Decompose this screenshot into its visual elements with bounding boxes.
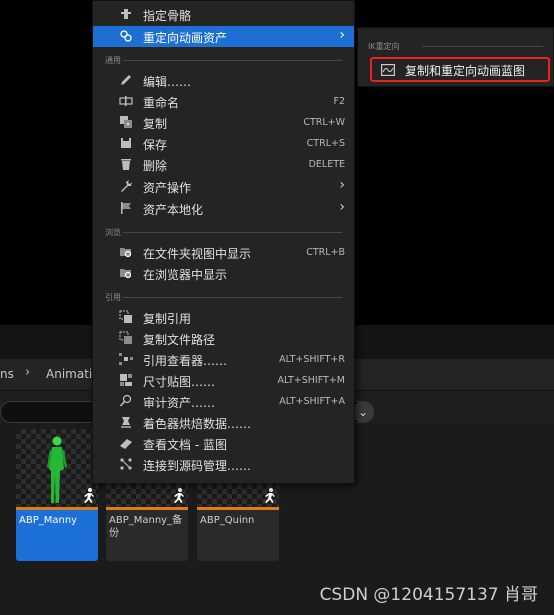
shortcut-label: DELETE xyxy=(308,159,345,170)
context-menu: 指定骨骼 重定向动画资产 › 通用 编辑…… 重命名 F2 复制 CTRL+W … xyxy=(92,0,355,484)
wrench-icon xyxy=(121,180,132,192)
shortcut-label: ALT+SHIFT+A xyxy=(279,396,345,407)
audit-icon xyxy=(119,394,132,407)
menu-item-shader-cook[interactable]: 着色器烘焙数据…… xyxy=(93,412,354,433)
asset-type-bar xyxy=(197,507,279,510)
menu-item-show-in-folder[interactable]: 在文件夹视图中显示 CTRL+B xyxy=(93,242,354,263)
chevron-right-icon: › xyxy=(339,27,345,43)
save-icon xyxy=(121,138,131,148)
asset-thumbnail xyxy=(16,429,98,507)
menu-item-rename[interactable]: 重命名 F2 xyxy=(93,91,354,112)
menu-item-asset-localization[interactable]: 资产本地化 › xyxy=(93,198,354,219)
section-header-ik-retarget: IK重定向 xyxy=(368,42,400,51)
menu-item-copy-reference[interactable]: 复制引用 xyxy=(93,307,354,328)
pencil-icon xyxy=(121,75,131,85)
source-control-icon xyxy=(120,458,132,470)
asset-type-bar xyxy=(16,507,98,510)
section-header-browse: 浏览 xyxy=(105,228,121,237)
shortcut-label: CTRL+S xyxy=(306,138,345,149)
asset-name: ABP_Manny_备份 xyxy=(109,515,183,539)
menu-item-show-in-browser[interactable]: 在浏览器中显示 xyxy=(93,263,354,284)
menu-item-audit-assets[interactable]: 审计资产…… ALT+SHIFT+A xyxy=(93,391,354,412)
asset-name: ABP_Quinn xyxy=(200,515,255,526)
menu-item-reference-viewer[interactable]: 引用查看器…… ALT+SHIFT+R xyxy=(93,349,354,370)
menu-item-asset-actions[interactable]: 资产操作 › xyxy=(93,176,354,197)
running-man-icon xyxy=(84,488,94,503)
book-icon xyxy=(120,439,132,449)
anim-blueprint-icon xyxy=(381,64,395,76)
skeleton-icon xyxy=(121,9,131,19)
running-man-icon xyxy=(265,488,275,503)
browser-search-icon xyxy=(120,269,132,279)
shortcut-label: CTRL+W xyxy=(303,117,345,128)
breadcrumb-item[interactable]: ns xyxy=(0,367,14,381)
watermark: CSDN @1204157137 肖哥 xyxy=(319,585,538,605)
menu-item-copy-file-path[interactable]: 复制文件路径 xyxy=(93,328,354,349)
menu-item-size-map[interactable]: 尺寸贴图…… ALT+SHIFT+M xyxy=(93,370,354,391)
menu-item-source-control[interactable]: 连接到源码管理…… xyxy=(93,454,354,475)
shortcut-label: F2 xyxy=(333,96,345,107)
duplicate-icon xyxy=(120,116,132,128)
asset-type-bar xyxy=(106,507,188,510)
folder-search-icon xyxy=(120,248,132,258)
asset-name: ABP_Manny xyxy=(19,515,78,526)
chevron-right-icon: › xyxy=(339,199,345,215)
copy-reference-icon xyxy=(119,310,132,323)
menu-item-retarget-animation[interactable]: 重定向动画资产 › xyxy=(93,26,354,47)
menu-item-save[interactable]: 保存 CTRL+S xyxy=(93,133,354,154)
section-header-references: 引用 xyxy=(105,293,121,302)
section-header-general: 通用 xyxy=(105,56,121,65)
running-man-icon xyxy=(174,488,184,503)
menu-item-view-docs[interactable]: 查看文档 - 蓝图 xyxy=(93,433,354,454)
shortcut-label: CTRL+B xyxy=(306,247,345,258)
menu-item-delete[interactable]: 删除 DELETE xyxy=(93,154,354,175)
copy-path-icon xyxy=(119,331,132,344)
shader-icon xyxy=(121,417,131,428)
chevron-down-icon[interactable]: ⌄ xyxy=(352,401,374,423)
reference-graph-icon xyxy=(119,353,133,365)
chevron-right-icon: › xyxy=(25,365,31,380)
menu-item-assign-skeleton[interactable]: 指定骨骼 xyxy=(93,4,354,25)
menu-item-duplicate[interactable]: 复制 CTRL+W xyxy=(93,112,354,133)
menu-item-edit[interactable]: 编辑…… xyxy=(93,70,354,91)
retarget-icon xyxy=(120,30,132,42)
divider xyxy=(422,46,543,47)
chevron-right-icon: › xyxy=(339,177,345,193)
retarget-submenu: IK重定向 复制和重定向动画蓝图 xyxy=(357,27,554,87)
trash-icon xyxy=(121,159,131,170)
asset-tile[interactable]: ABP_Manny xyxy=(16,429,98,561)
divider xyxy=(123,60,342,61)
flag-icon xyxy=(121,202,131,214)
menu-item-duplicate-and-retarget[interactable]: 复制和重定向动画蓝图 xyxy=(370,57,550,82)
shortcut-label: ALT+SHIFT+R xyxy=(279,354,345,365)
shortcut-label: ALT+SHIFT+M xyxy=(277,375,345,386)
mannequin-icon xyxy=(47,436,67,503)
divider xyxy=(123,297,342,298)
divider xyxy=(123,232,342,233)
rename-icon xyxy=(119,96,133,106)
size-map-icon xyxy=(120,374,132,386)
